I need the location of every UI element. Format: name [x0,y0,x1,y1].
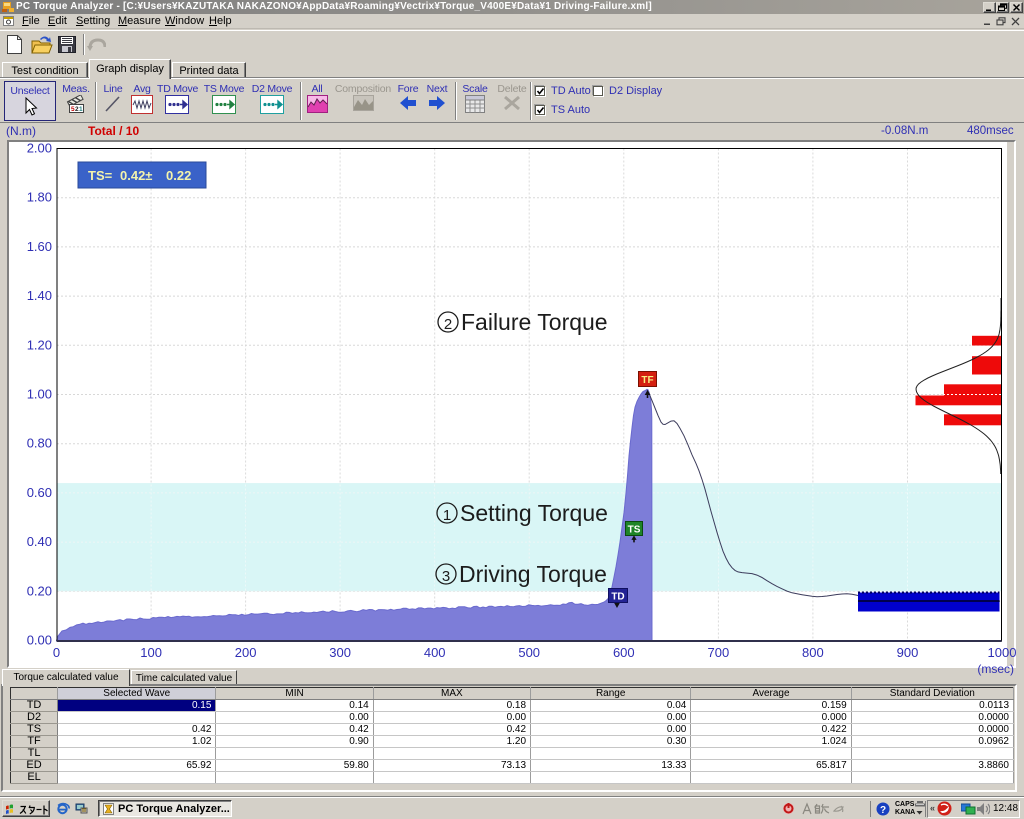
svg-text:?: ? [880,805,886,816]
svg-text:1: 1 [79,106,83,113]
